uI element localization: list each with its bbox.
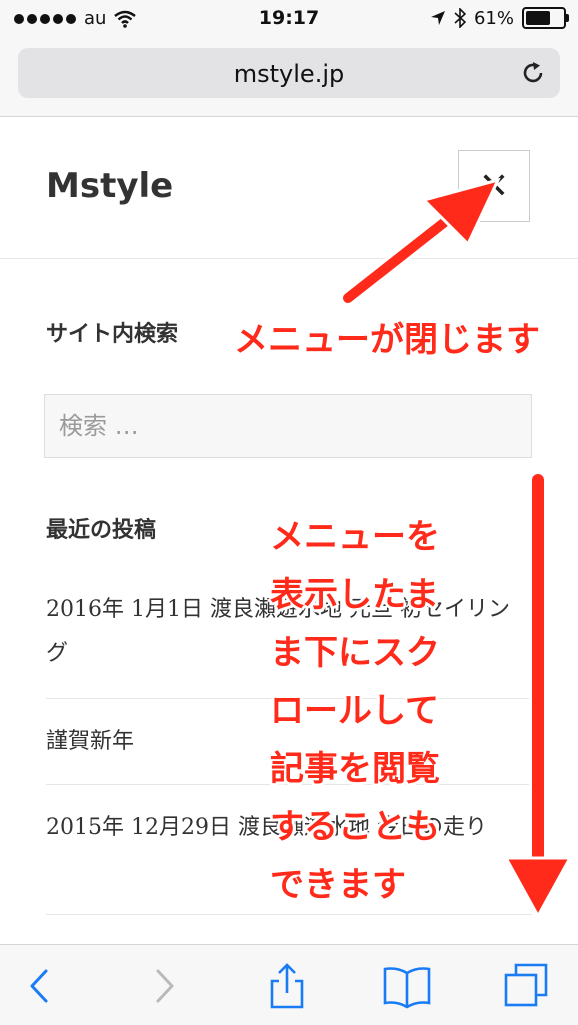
tabs-icon[interactable] <box>502 961 552 1011</box>
scroll-annotation-line: することも <box>270 807 440 847</box>
scroll-annotation: メニューを 表示したま ま下にスク ロールして 記事を閲覧 することも できます <box>270 508 470 914</box>
arrow-scroll-down-icon <box>503 471 573 920</box>
back-icon[interactable] <box>14 961 64 1011</box>
scroll-annotation-line: 表示したま <box>270 575 439 615</box>
arrow-to-close-icon <box>340 177 501 306</box>
scroll-annotation-line: できます <box>270 865 406 905</box>
forward-icon[interactable] <box>140 961 190 1011</box>
bookmarks-icon[interactable] <box>382 961 432 1011</box>
scroll-annotation-line: ま下にスク <box>270 633 440 673</box>
scroll-annotation-line: ロールして <box>270 691 439 731</box>
share-icon[interactable] <box>262 961 312 1011</box>
browser-toolbar <box>0 944 578 1025</box>
scroll-annotation-line: 記事を閲覧 <box>270 749 440 789</box>
scroll-annotation-line: メニューを <box>270 517 440 557</box>
close-annotation: メニューが閉じます <box>234 320 540 360</box>
